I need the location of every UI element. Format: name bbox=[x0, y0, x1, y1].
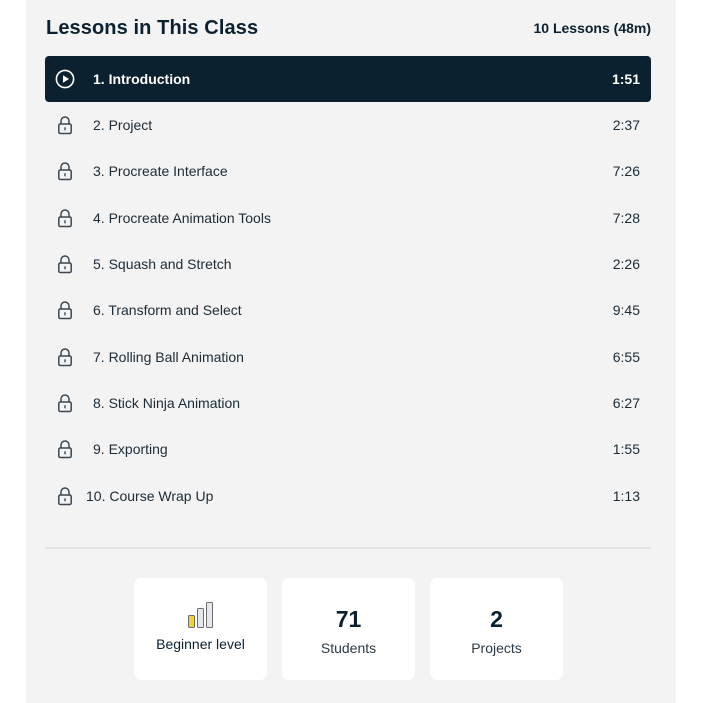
lesson-title: 2. Project bbox=[93, 117, 153, 134]
lesson-item-1[interactable]: 1. Introduction 1:51 bbox=[45, 56, 651, 102]
lock-icon bbox=[55, 347, 75, 367]
lesson-item-10[interactable]: 10. Course Wrap Up 1:13 bbox=[45, 472, 651, 518]
stat-card-projects: 2 Projects bbox=[430, 578, 563, 680]
lesson-item-7[interactable]: 7. Rolling Ball Animation 6:55 bbox=[45, 333, 651, 379]
stat-card-level: Beginner level bbox=[134, 578, 267, 680]
lesson-duration: 2:37 bbox=[612, 117, 640, 134]
lesson-duration: 9:45 bbox=[612, 302, 640, 319]
lesson-title: 1. Introduction bbox=[93, 71, 191, 87]
lock-icon bbox=[55, 115, 75, 135]
play-icon bbox=[55, 69, 75, 89]
level-bar bbox=[188, 615, 195, 628]
lesson-title: 6. Transform and Select bbox=[93, 302, 242, 319]
lessons-header: Lessons in This Class 10 Lessons (48m) bbox=[46, 14, 651, 42]
lesson-title: 7. Rolling Ball Animation bbox=[93, 348, 244, 365]
lesson-item-6[interactable]: 6. Transform and Select 9:45 bbox=[45, 287, 651, 333]
lesson-duration: 6:55 bbox=[612, 348, 640, 365]
class-stats: Beginner level 71 Students 2 Projects bbox=[26, 578, 676, 680]
lessons-panel: Lessons in This Class 10 Lessons (48m) 1… bbox=[26, 0, 676, 703]
lesson-item-4[interactable]: 4. Procreate Animation Tools 7:28 bbox=[45, 195, 651, 241]
level-label: Beginner level bbox=[156, 636, 245, 652]
lesson-item-5[interactable]: 5. Squash and Stretch 2:26 bbox=[45, 241, 651, 287]
lock-icon bbox=[55, 300, 75, 320]
lesson-duration: 7:26 bbox=[612, 163, 640, 180]
lesson-title: 10. Course Wrap Up bbox=[86, 487, 214, 504]
lock-icon bbox=[55, 486, 75, 506]
lock-icon bbox=[55, 208, 75, 228]
lesson-duration: 1:55 bbox=[612, 441, 640, 458]
level-bar bbox=[206, 602, 213, 628]
lesson-duration: 1:13 bbox=[612, 487, 640, 504]
stat-card-students: 71 Students bbox=[282, 578, 415, 680]
lesson-item-8[interactable]: 8. Stick Ninja Animation 6:27 bbox=[45, 380, 651, 426]
lock-icon bbox=[55, 439, 75, 459]
lesson-duration: 7:28 bbox=[612, 209, 640, 226]
lesson-title: 5. Squash and Stretch bbox=[93, 256, 232, 273]
lesson-item-3[interactable]: 3. Procreate Interface 7:26 bbox=[45, 148, 651, 194]
lesson-title: 3. Procreate Interface bbox=[93, 163, 228, 180]
lesson-item-2[interactable]: 2. Project 2:37 bbox=[45, 102, 651, 148]
students-label: Students bbox=[320, 640, 377, 656]
projects-label: Projects bbox=[471, 640, 522, 656]
lessons-summary: 10 Lessons (48m) bbox=[533, 20, 652, 36]
lesson-list: 1. Introduction 1:51 2. Project 2:37 3. … bbox=[45, 56, 651, 519]
lesson-item-9[interactable]: 9. Exporting 1:55 bbox=[45, 426, 651, 472]
lock-icon bbox=[55, 161, 75, 181]
lesson-duration: 2:26 bbox=[612, 256, 640, 273]
lesson-title: 4. Procreate Animation Tools bbox=[93, 209, 271, 226]
level-bar bbox=[197, 608, 204, 628]
section-divider bbox=[45, 547, 651, 549]
lesson-duration: 6:27 bbox=[612, 394, 640, 411]
lesson-title: 9. Exporting bbox=[93, 441, 168, 458]
lesson-title: 8. Stick Ninja Animation bbox=[93, 394, 241, 411]
section-title: Lessons in This Class bbox=[46, 16, 259, 39]
lesson-duration: 1:51 bbox=[611, 71, 640, 87]
projects-count: 2 bbox=[490, 606, 503, 632]
lock-icon bbox=[55, 393, 75, 413]
skill-level-icon bbox=[188, 600, 213, 628]
lock-icon bbox=[55, 254, 75, 274]
students-count: 71 bbox=[335, 606, 362, 632]
